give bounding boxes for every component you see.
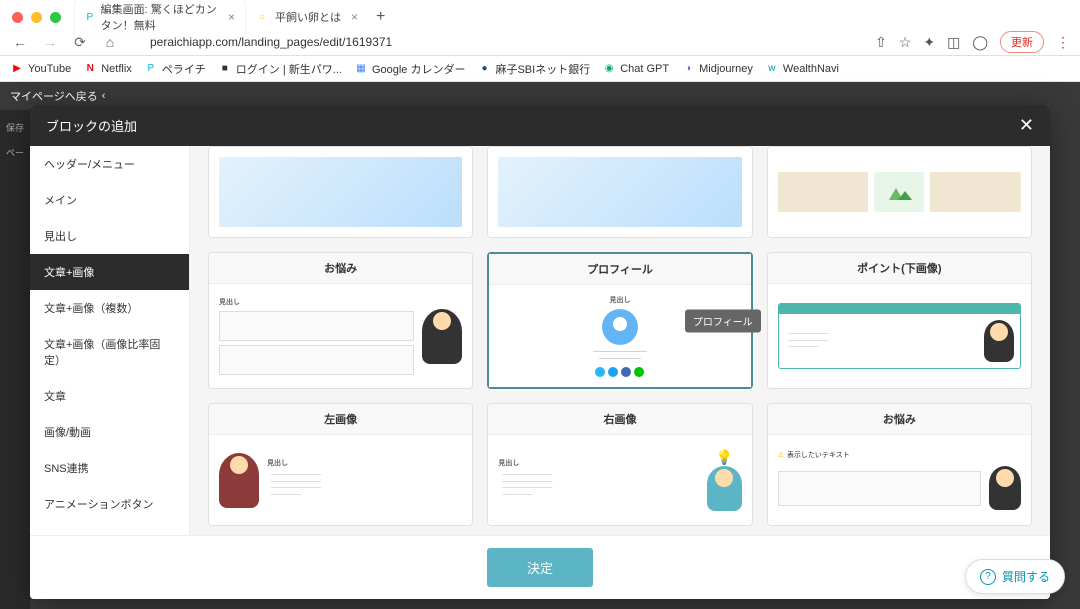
calendar-icon: ▦ <box>354 62 368 76</box>
tab-favicon-icon: ○ <box>255 10 269 24</box>
template-card-profile[interactable]: プロフィール 見出し ―――――――――――――――― プロフィール <box>487 252 752 389</box>
block-templates-grid: お悩み 見出し プロフィール 見出し <box>190 146 1050 535</box>
peraichi-icon: P <box>144 62 158 76</box>
confirm-button[interactable]: 決定 <box>487 548 593 587</box>
question-icon: ? <box>980 569 996 585</box>
person-icon <box>422 309 462 364</box>
tooltip: プロフィール <box>685 309 761 332</box>
person-icon <box>984 320 1014 362</box>
tab-title: 編集画面: 驚くほどカンタン！無料 <box>101 1 218 33</box>
tab-close-icon[interactable]: × <box>228 10 235 24</box>
bookmark-item[interactable]: wWealthNavi <box>765 62 839 76</box>
bank-icon: ■ <box>218 62 232 76</box>
bookmark-item[interactable]: ▶YouTube <box>10 62 71 76</box>
close-icon[interactable]: ✕ <box>1019 115 1034 136</box>
left-rail: 保存 ペー <box>0 110 30 609</box>
rail-item[interactable]: 保存 <box>0 115 30 140</box>
profile-icon[interactable]: ◯ <box>972 34 988 51</box>
preview-text: ―――――――――――――――― <box>593 349 647 363</box>
template-card[interactable] <box>767 146 1032 238</box>
template-card-worry[interactable]: お悩み 見出し <box>208 252 473 389</box>
sidebar-item-animation-button[interactable]: アニメーションボタン <box>30 486 189 522</box>
category-sidebar: ヘッダー/メニュー メイン 見出し 文章+画像 文章+画像（複数） 文章+画像（… <box>30 146 190 535</box>
card-title: 右画像 <box>488 404 751 435</box>
panel-icon[interactable]: ◫ <box>947 34 960 51</box>
chevron-left-icon: ‹ <box>102 90 106 102</box>
help-button[interactable]: ? 質問する <box>965 559 1065 594</box>
warning-icon: ⚠ <box>778 451 784 459</box>
add-block-modal: ブロックの追加 ✕ ヘッダー/メニュー メイン 見出し 文章+画像 文章+画像（… <box>30 105 1050 599</box>
template-card-right-image[interactable]: 右画像 見出し―――――――――――――――――――――――――――――――――… <box>487 403 752 526</box>
avatar-icon <box>602 309 638 345</box>
template-card[interactable] <box>487 146 752 238</box>
browser-tab-active[interactable]: P 編集画面: 驚くほどカンタン！無料 × <box>75 0 245 37</box>
sidebar-item-text-image[interactable]: 文章+画像 <box>30 254 189 290</box>
browser-chrome: P 編集画面: 驚くほどカンタン！無料 × ○ 平飼い卵とは × + ← → ⟳… <box>0 0 1080 56</box>
card-title: お悩み <box>768 404 1031 435</box>
bookmarks-bar: ▶YouTube NNetflix Pペライチ ■ログイン | 新生パワ... … <box>0 56 1080 82</box>
person-icon <box>989 466 1021 510</box>
forward-icon[interactable]: → <box>40 34 60 50</box>
bookmark-item[interactable]: NNetflix <box>83 62 132 76</box>
new-tab-icon[interactable]: + <box>376 8 385 26</box>
netflix-icon: N <box>83 62 97 76</box>
back-to-mypage-link[interactable]: マイページへ戻る ‹ <box>10 88 105 104</box>
card-title: お悩み <box>209 253 472 284</box>
bookmark-item[interactable]: ◉Chat GPT <box>602 62 669 76</box>
sidebar-item-sns[interactable]: SNS連携 <box>30 450 189 486</box>
secure-icon: ⌂ <box>100 34 120 50</box>
share-icon[interactable]: ⇧ <box>875 34 887 51</box>
extensions-icon[interactable]: ✦ <box>923 34 935 51</box>
sidebar-item-button[interactable]: ボタン <box>30 522 189 535</box>
midjourney-icon: ◑ <box>681 62 695 76</box>
minimize-window-icon[interactable] <box>31 12 42 23</box>
sidebar-item-text-image-fixed[interactable]: 文章+画像（画像比率固定） <box>30 326 189 378</box>
modal-header: ブロックの追加 ✕ <box>30 105 1050 146</box>
lightbulb-icon: 💡 <box>715 449 732 466</box>
sidebar-item-text-image-multi[interactable]: 文章+画像（複数） <box>30 290 189 326</box>
sidebar-item-image-video[interactable]: 画像/動画 <box>30 414 189 450</box>
template-card-left-image[interactable]: 左画像 見出し―――――――――――――――――――――――――――――――――… <box>208 403 473 526</box>
menu-icon[interactable]: ⋮ <box>1056 34 1070 51</box>
template-card[interactable] <box>208 146 473 238</box>
template-card-worry2[interactable]: お悩み ⚠表示したいテキスト <box>767 403 1032 526</box>
modal-footer: 決定 <box>30 535 1050 599</box>
person-icon <box>219 453 259 508</box>
sbi-icon: ● <box>477 62 491 76</box>
maximize-window-icon[interactable] <box>50 12 61 23</box>
tab-close-icon[interactable]: × <box>351 10 358 24</box>
bookmark-item[interactable]: Pペライチ <box>144 61 206 77</box>
bookmark-item[interactable]: ◑Midjourney <box>681 62 753 76</box>
sidebar-item-main[interactable]: メイン <box>30 182 189 218</box>
card-title: プロフィール <box>489 254 750 285</box>
url-bar[interactable]: peraichiapp.com/landing_pages/edit/16193… <box>130 35 865 49</box>
tab-title: 平飼い卵とは <box>275 9 341 25</box>
template-card-point[interactable]: ポイント(下画像) ―――――――――――――――――――――― <box>767 252 1032 389</box>
modal-title: ブロックの追加 <box>46 116 137 135</box>
preview-heading: 見出し <box>609 295 630 305</box>
reload-icon[interactable]: ⟳ <box>70 34 90 51</box>
mountain-icon <box>884 182 914 202</box>
card-title: ポイント(下画像) <box>768 253 1031 284</box>
youtube-icon: ▶ <box>10 62 24 76</box>
tab-favicon-icon: P <box>85 10 95 24</box>
chatgpt-icon: ◉ <box>602 62 616 76</box>
rail-item[interactable]: ペー <box>0 140 30 165</box>
back-icon[interactable]: ← <box>10 34 30 50</box>
sidebar-item-heading[interactable]: 見出し <box>30 218 189 254</box>
browser-tab[interactable]: ○ 平飼い卵とは × <box>245 5 368 29</box>
wealthnavi-icon: w <box>765 62 779 76</box>
window-controls <box>12 12 61 23</box>
sidebar-item-header-menu[interactable]: ヘッダー/メニュー <box>30 146 189 182</box>
person-icon <box>707 466 742 511</box>
close-window-icon[interactable] <box>12 12 23 23</box>
update-button[interactable]: 更新 <box>1000 31 1044 53</box>
card-title: 左画像 <box>209 404 472 435</box>
bookmark-icon[interactable]: ☆ <box>899 34 912 51</box>
bookmark-item[interactable]: ▦Google カレンダー <box>354 61 466 77</box>
sidebar-item-text[interactable]: 文章 <box>30 378 189 414</box>
bookmark-item[interactable]: ■ログイン | 新生パワ... <box>218 61 342 77</box>
social-icons <box>595 367 644 377</box>
bookmark-item[interactable]: ●麻子SBIネット銀行 <box>477 61 590 77</box>
